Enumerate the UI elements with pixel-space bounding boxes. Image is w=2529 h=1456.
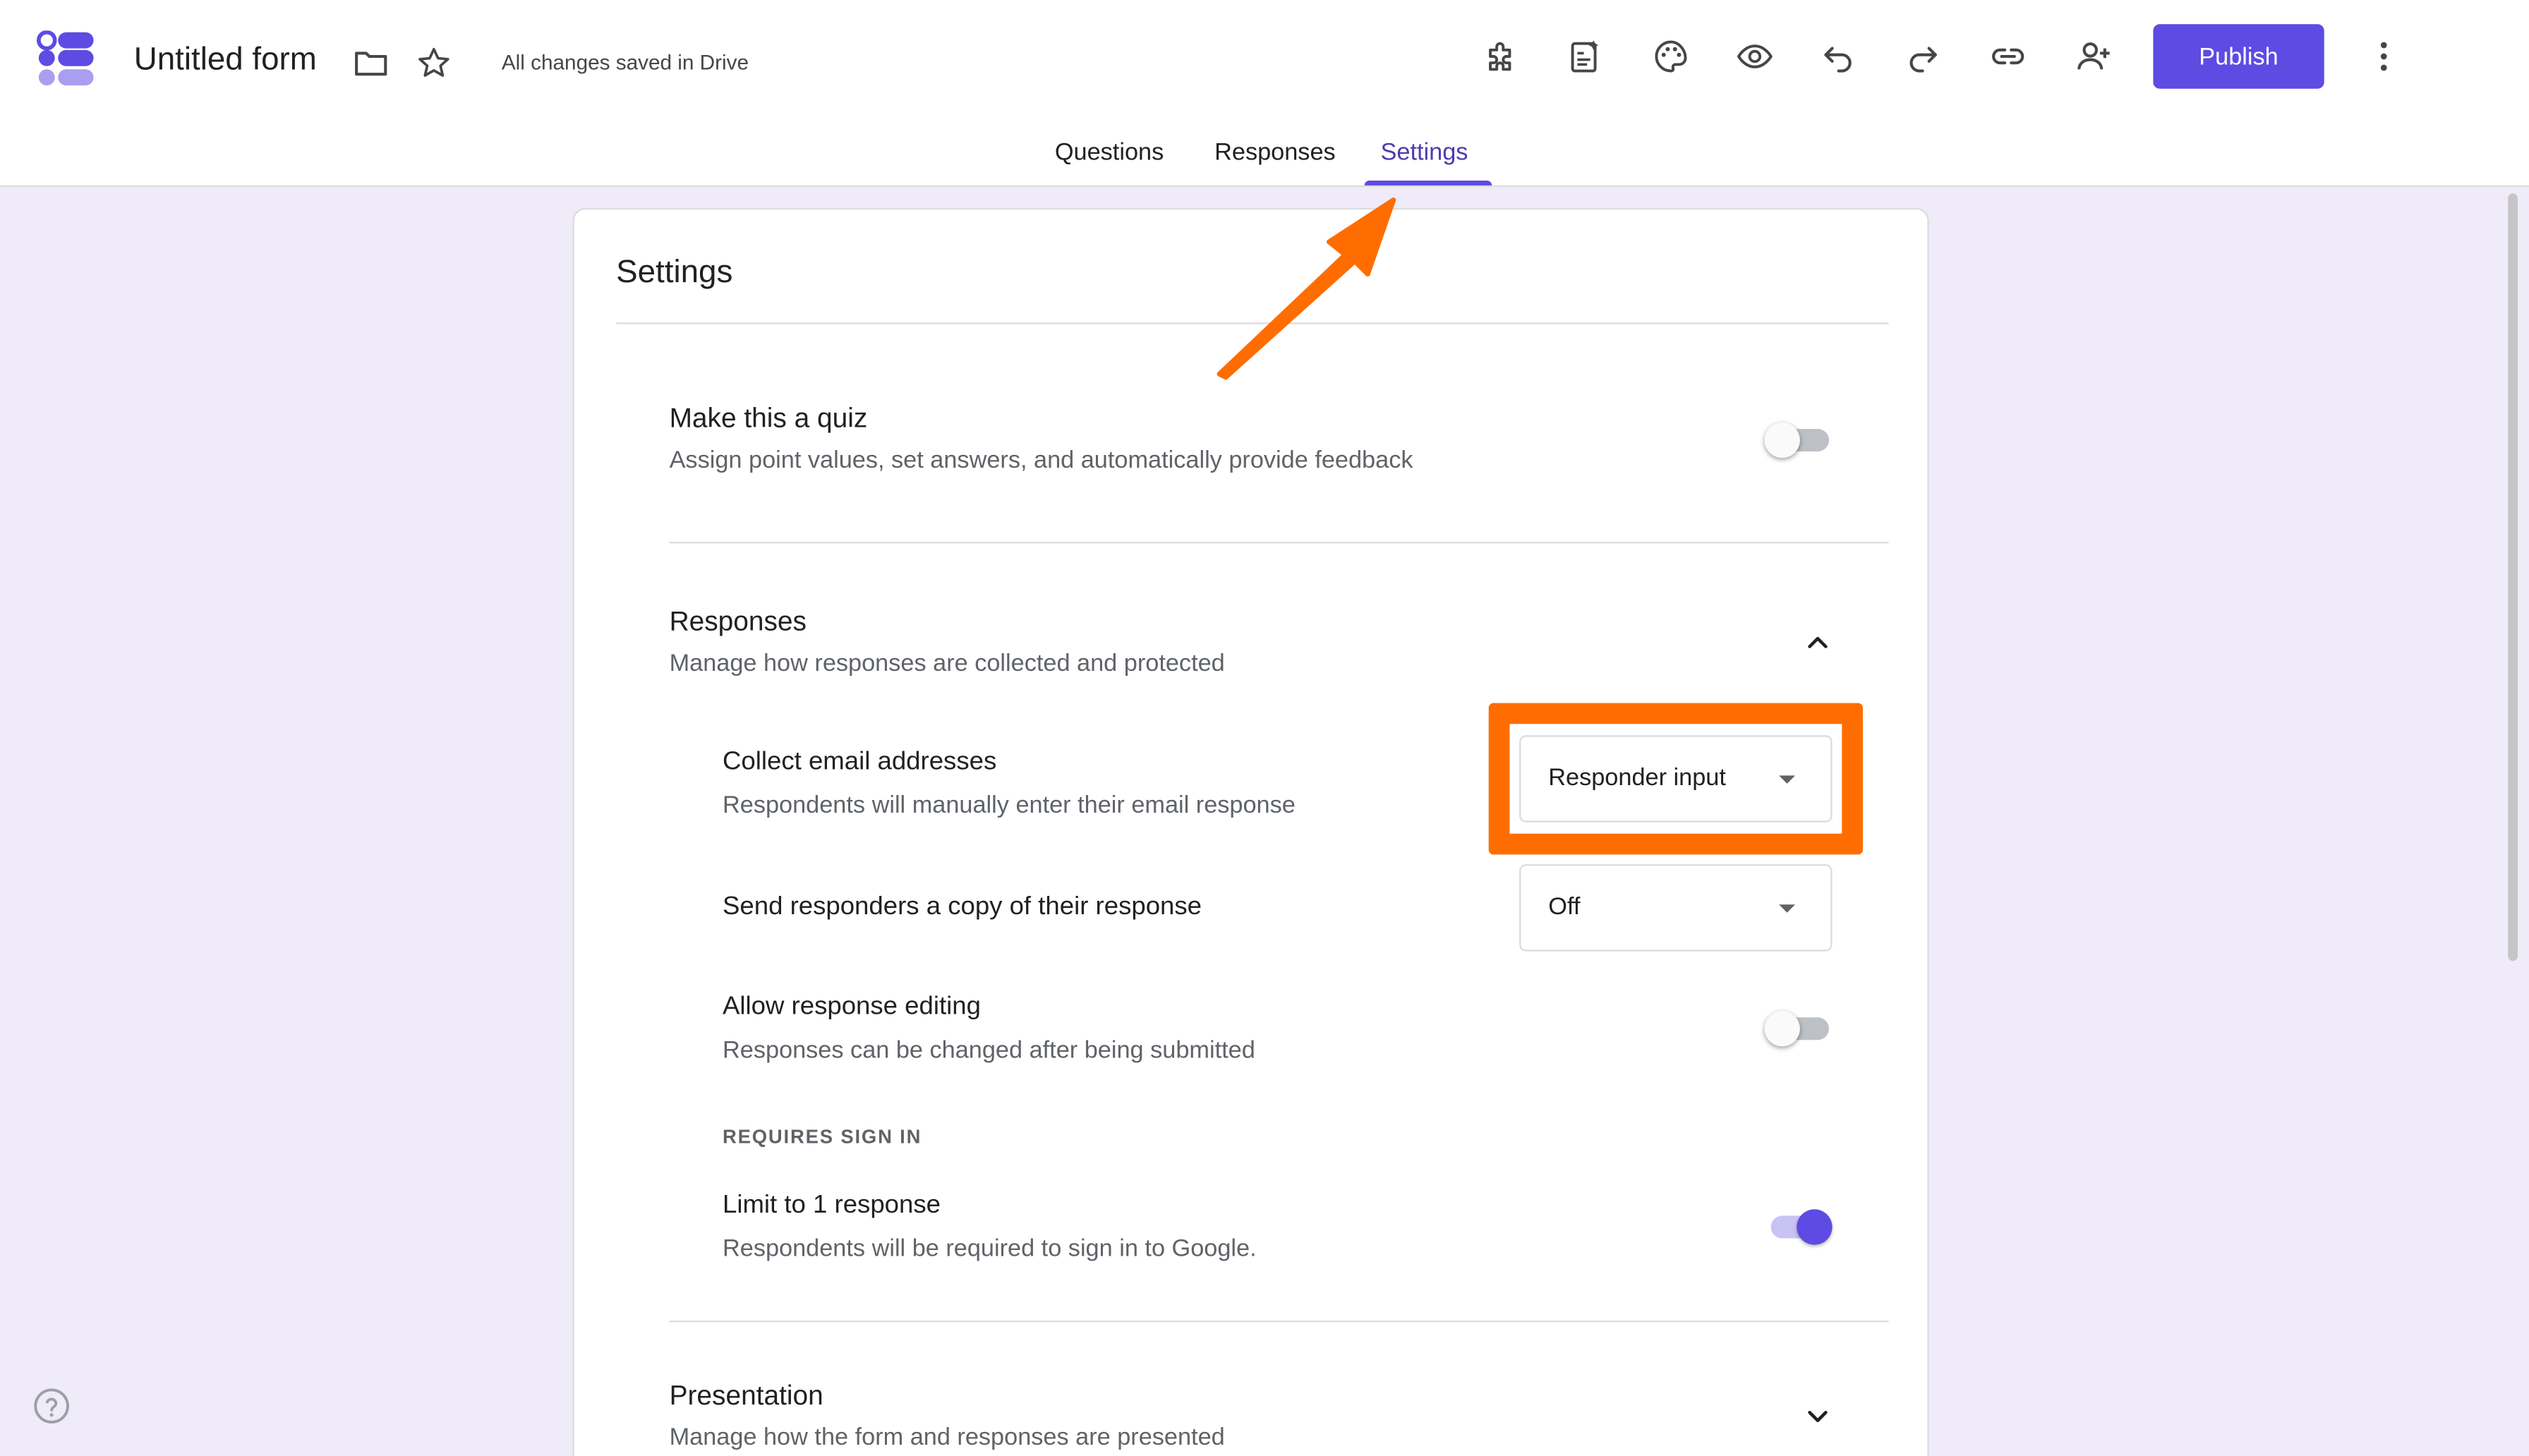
presentation-section-description: Manage how the form and responses are pr… xyxy=(669,1424,1225,1452)
allow-editing-toggle[interactable] xyxy=(1764,1008,1836,1050)
form-title[interactable]: Untitled form xyxy=(134,42,317,79)
arrow-annotation-icon xyxy=(1217,197,1396,380)
chevron-down-icon[interactable] xyxy=(1799,1398,1837,1437)
divider xyxy=(669,541,1889,544)
quiz-toggle[interactable] xyxy=(1764,419,1836,461)
page-scrollbar[interactable] xyxy=(2505,190,2521,961)
forms-logo-icon[interactable] xyxy=(35,30,97,88)
more-vert-icon[interactable] xyxy=(2355,28,2413,85)
dropdown-arrow-icon xyxy=(1779,904,1795,913)
send-copy-select[interactable]: Off xyxy=(1519,864,1833,952)
tab-questions[interactable]: Questions xyxy=(1055,139,1164,166)
ai-form-icon[interactable] xyxy=(1557,28,1614,85)
tab-settings[interactable]: Settings xyxy=(1381,139,1468,166)
allow-editing-label: Allow response editing xyxy=(722,993,981,1021)
folder-icon[interactable] xyxy=(342,34,400,92)
link-icon[interactable] xyxy=(1979,28,2037,85)
form-tabs: Questions Responses Settings xyxy=(0,123,2529,187)
add-collaborator-icon[interactable] xyxy=(2065,28,2123,85)
limit-one-description: Respondents will be required to sign in … xyxy=(722,1234,1257,1263)
help-icon[interactable] xyxy=(32,1387,71,1426)
quiz-description: Assign point values, set answers, and au… xyxy=(669,447,1413,474)
chevron-up-icon[interactable] xyxy=(1799,622,1837,661)
palette-icon[interactable] xyxy=(1642,28,1700,85)
scrollbar-thumb[interactable] xyxy=(2508,193,2518,961)
collect-email-description: Respondents will manually enter their em… xyxy=(722,791,1296,820)
settings-title: Settings xyxy=(616,255,733,291)
send-copy-label: Send responders a copy of their response xyxy=(722,893,1202,921)
star-icon[interactable] xyxy=(405,34,463,92)
limit-one-toggle[interactable] xyxy=(1765,1206,1836,1248)
active-tab-indicator xyxy=(1364,180,1492,186)
divider xyxy=(669,1320,1889,1323)
collect-email-label: Collect email addresses xyxy=(722,748,997,776)
forms-app: Untitled form All changes saved in Drive xyxy=(0,0,2529,1456)
save-status: All changes saved in Drive xyxy=(501,49,749,75)
highlight-annotation xyxy=(1488,703,1863,855)
responses-section-label: Responses xyxy=(669,606,807,637)
limit-one-label: Limit to 1 response xyxy=(722,1191,941,1219)
presentation-section-label: Presentation xyxy=(669,1380,823,1411)
requires-sign-in-caption: REQUIRES SIGN IN xyxy=(722,1125,922,1148)
top-app-bar: Untitled form All changes saved in Drive xyxy=(0,0,2529,188)
responses-section-description: Manage how responses are collected and p… xyxy=(669,650,1225,677)
publish-button[interactable]: Publish xyxy=(2153,24,2324,89)
send-copy-value: Off xyxy=(1548,893,1581,921)
quiz-label: Make this a quiz xyxy=(669,403,868,434)
tab-responses[interactable]: Responses xyxy=(1214,139,1336,166)
addon-icon[interactable] xyxy=(1473,28,1531,85)
redo-icon[interactable] xyxy=(1893,28,1951,85)
undo-icon[interactable] xyxy=(1810,28,1868,85)
preview-icon[interactable] xyxy=(1726,28,1784,85)
allow-editing-description: Responses can be changed after being sub… xyxy=(722,1036,1255,1064)
